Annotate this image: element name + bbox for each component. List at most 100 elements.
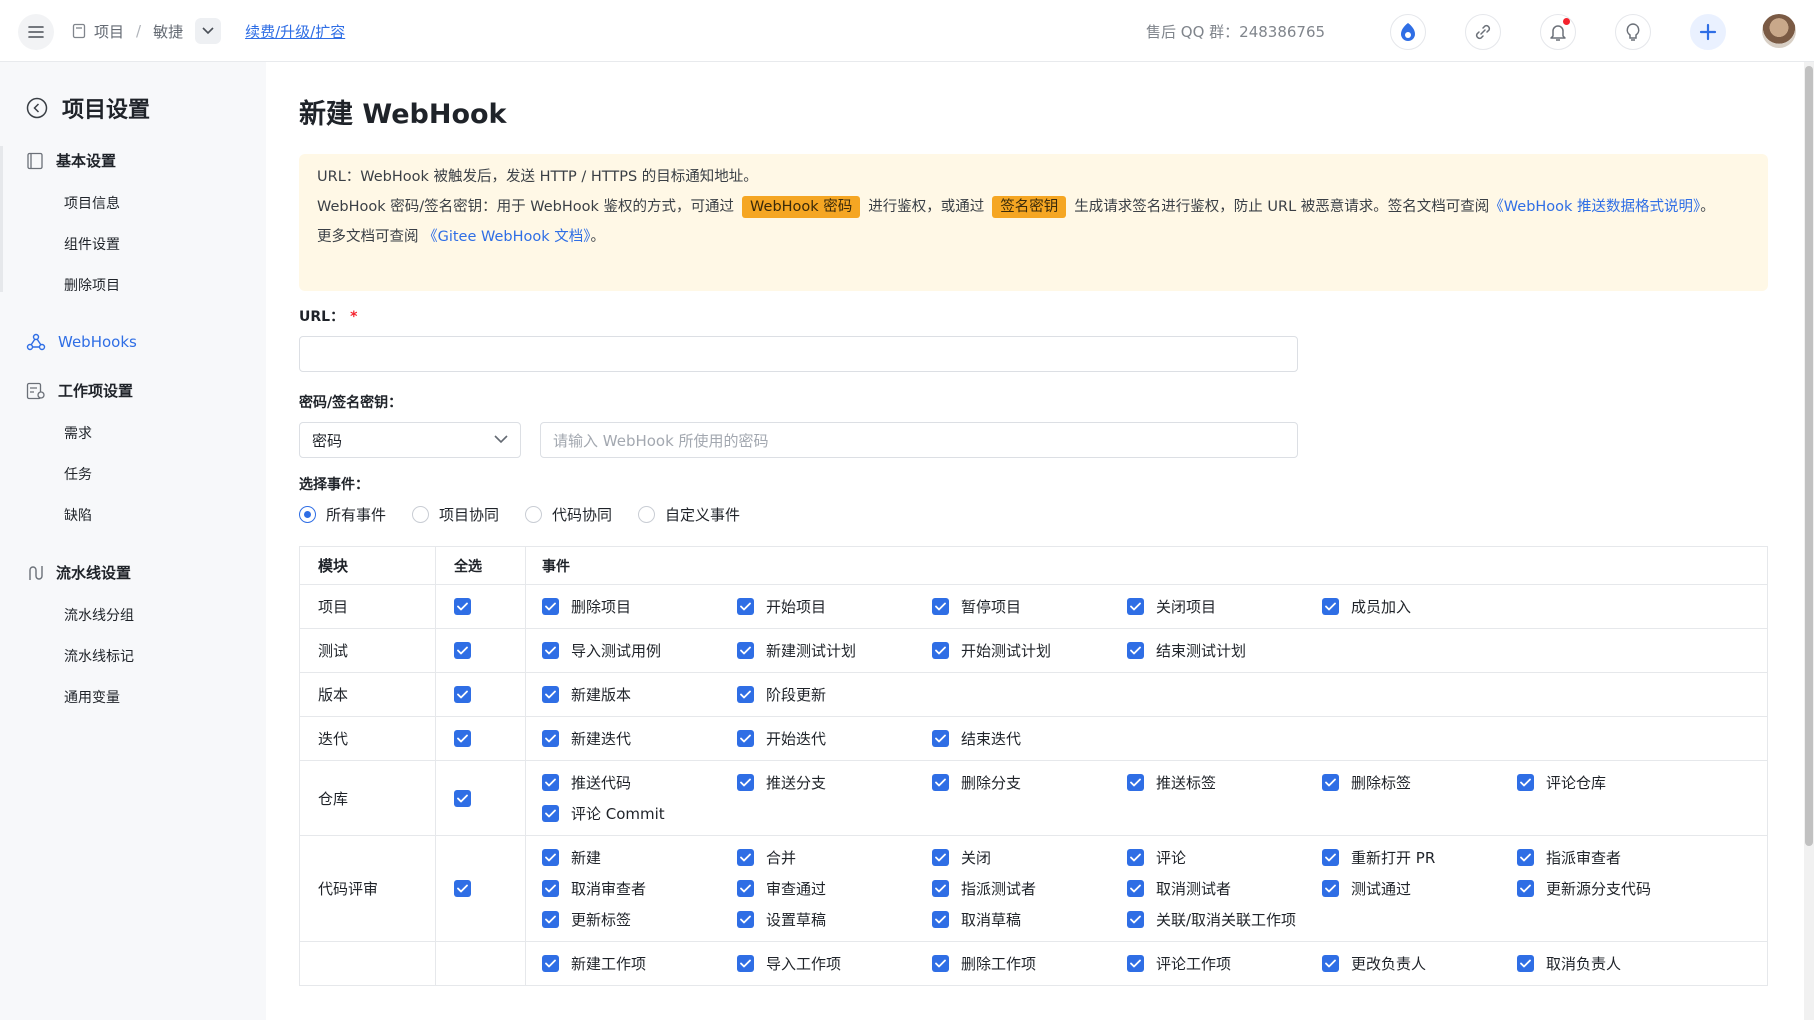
event-checkbox[interactable]: [542, 774, 559, 791]
sidebar-item-requirement[interactable]: 需求: [64, 423, 92, 443]
event-option[interactable]: 取消审查者: [542, 873, 737, 904]
event-checkbox[interactable]: [737, 730, 754, 747]
event-checkbox[interactable]: [542, 955, 559, 972]
event-checkbox[interactable]: [1127, 849, 1144, 866]
event-option[interactable]: 删除项目: [542, 591, 737, 622]
select-all-checkbox[interactable]: [454, 789, 471, 807]
radio-circle[interactable]: [638, 506, 656, 523]
event-option[interactable]: 测试通过: [1322, 873, 1517, 904]
secret-input[interactable]: 请输入 WebHook 所使用的密码: [540, 422, 1298, 458]
event-checkbox[interactable]: [737, 686, 754, 703]
event-option[interactable]: 关闭项目: [1127, 591, 1322, 622]
event-option[interactable]: 新建测试计划: [737, 635, 932, 666]
event-checkbox[interactable]: [1127, 955, 1144, 972]
chevron-down-icon[interactable]: [195, 18, 222, 44]
radio-option[interactable]: 自定义事件: [638, 504, 740, 525]
menu-icon[interactable]: [18, 14, 54, 50]
event-option[interactable]: 审查通过: [737, 873, 932, 904]
back-to-project[interactable]: 项目设置: [26, 92, 150, 124]
select-all-checkbox[interactable]: [454, 642, 471, 659]
radio-circle[interactable]: [525, 506, 543, 523]
link-gitee-webhook-doc[interactable]: 《Gitee WebHook 文档》: [423, 229, 590, 245]
event-checkbox[interactable]: [1517, 955, 1534, 972]
event-option[interactable]: 评论工作项: [1127, 948, 1322, 979]
event-option[interactable]: 成员加入: [1322, 591, 1517, 622]
event-checkbox[interactable]: [1127, 911, 1144, 928]
event-checkbox[interactable]: [932, 955, 949, 972]
event-option[interactable]: 导入测试用例: [542, 635, 737, 666]
event-checkbox[interactable]: [1127, 598, 1144, 615]
event-option[interactable]: 合并: [737, 842, 932, 873]
event-option[interactable]: 设置草稿: [737, 904, 932, 935]
event-option[interactable]: 暂停项目: [932, 591, 1127, 622]
event-option[interactable]: 重新打开 PR: [1322, 842, 1517, 873]
event-option[interactable]: 结束迭代: [932, 723, 1127, 754]
event-checkbox[interactable]: [542, 730, 559, 747]
event-option[interactable]: 新建迭代: [542, 723, 737, 754]
event-option[interactable]: 新建: [542, 842, 737, 873]
event-checkbox[interactable]: [737, 955, 754, 972]
sidebar-item-task[interactable]: 任务: [64, 464, 92, 484]
event-option[interactable]: 更新源分支代码: [1517, 873, 1712, 904]
sidebar-item-delete-project[interactable]: 删除项目: [64, 275, 120, 295]
url-input[interactable]: [299, 336, 1298, 372]
event-option[interactable]: 删除工作项: [932, 948, 1127, 979]
event-checkbox[interactable]: [1322, 774, 1339, 791]
event-option[interactable]: 指派审查者: [1517, 842, 1712, 873]
radio-circle[interactable]: [299, 506, 316, 523]
event-option[interactable]: 更新标签: [542, 904, 737, 935]
event-checkbox[interactable]: [542, 911, 559, 928]
event-checkbox[interactable]: [737, 598, 754, 615]
sidebar-group-basic[interactable]: 基本设置: [26, 150, 116, 171]
event-option[interactable]: 阶段更新: [737, 679, 932, 710]
event-option[interactable]: 新建版本: [542, 679, 737, 710]
event-checkbox[interactable]: [932, 880, 949, 897]
event-option[interactable]: 关闭: [932, 842, 1127, 873]
bell-icon[interactable]: [1540, 14, 1576, 50]
event-checkbox[interactable]: [932, 642, 949, 659]
sidebar-item-project-info[interactable]: 项目信息: [64, 193, 120, 213]
breadcrumb-projects[interactable]: 项目: [94, 21, 124, 42]
select-all-checkbox[interactable]: [454, 730, 471, 747]
event-checkbox[interactable]: [1127, 880, 1144, 897]
radio-option[interactable]: 项目协同: [412, 504, 499, 525]
event-option[interactable]: 删除标签: [1322, 767, 1517, 798]
event-option[interactable]: 取消负责人: [1517, 948, 1712, 979]
radio-option[interactable]: 所有事件: [299, 504, 386, 525]
event-checkbox[interactable]: [932, 774, 949, 791]
sidebar-item-pipeline-tag[interactable]: 流水线标记: [64, 646, 134, 666]
event-checkbox[interactable]: [737, 911, 754, 928]
event-checkbox[interactable]: [1127, 774, 1144, 791]
scrollbar-thumb[interactable]: [1805, 66, 1813, 846]
sidebar-item-variables[interactable]: 通用变量: [64, 687, 120, 707]
radio-option[interactable]: 代码协同: [525, 504, 612, 525]
event-checkbox[interactable]: [932, 730, 949, 747]
select-all-checkbox[interactable]: [454, 686, 471, 703]
event-option[interactable]: 新建工作项: [542, 948, 737, 979]
event-checkbox[interactable]: [932, 598, 949, 615]
bulb-icon[interactable]: [1615, 14, 1651, 50]
event-checkbox[interactable]: [1517, 774, 1534, 791]
event-checkbox[interactable]: [1517, 880, 1534, 897]
link-push-format-doc[interactable]: 《WebHook 推送数据格式说明》: [1489, 199, 1700, 215]
event-checkbox[interactable]: [737, 774, 754, 791]
event-option[interactable]: 开始测试计划: [932, 635, 1127, 666]
event-option[interactable]: 关联/取消关联工作项: [1127, 904, 1322, 935]
select-all-checkbox[interactable]: [454, 598, 471, 615]
event-checkbox[interactable]: [1127, 642, 1144, 659]
event-option[interactable]: 取消草稿: [932, 904, 1127, 935]
radio-circle[interactable]: [412, 506, 430, 523]
event-option[interactable]: 结束测试计划: [1127, 635, 1322, 666]
event-checkbox[interactable]: [737, 849, 754, 866]
event-option[interactable]: 取消测试者: [1127, 873, 1322, 904]
event-option[interactable]: 评论: [1127, 842, 1322, 873]
event-option[interactable]: 更改负责人: [1322, 948, 1517, 979]
event-checkbox[interactable]: [932, 849, 949, 866]
sidebar-item-pipeline-group[interactable]: 流水线分组: [64, 605, 134, 625]
breadcrumb-current[interactable]: 敏捷: [153, 21, 183, 42]
sidebar-group-pipeline[interactable]: 流水线设置: [26, 562, 131, 583]
event-checkbox[interactable]: [542, 686, 559, 703]
event-option[interactable]: 指派测试者: [932, 873, 1127, 904]
sidebar-item-webhooks[interactable]: WebHooks: [26, 333, 137, 351]
renew-link[interactable]: 续费/升级/扩容: [245, 21, 345, 42]
